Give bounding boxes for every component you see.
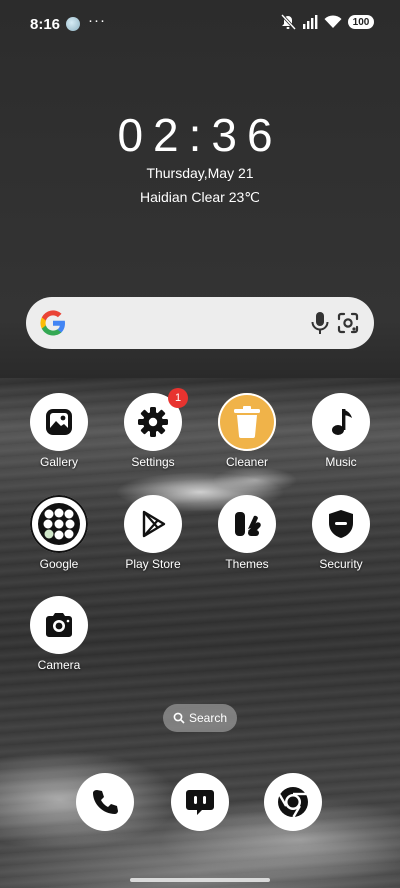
status-icons: 100 bbox=[280, 14, 374, 30]
phone-icon bbox=[93, 790, 118, 814]
app-google-folder[interactable]: Google bbox=[14, 495, 104, 571]
notification-app-icon bbox=[66, 17, 80, 31]
app-label: Settings bbox=[131, 455, 175, 469]
wifi-icon bbox=[324, 15, 342, 28]
app-search-pill[interactable]: Search bbox=[163, 704, 237, 732]
chrome-icon bbox=[278, 787, 308, 818]
themes-icon[interactable] bbox=[218, 495, 276, 553]
google-search-bar[interactable] bbox=[26, 297, 374, 349]
status-time: 8:16 bbox=[30, 16, 61, 33]
battery-indicator: 100 bbox=[348, 15, 374, 29]
app-label: Play Store bbox=[125, 557, 181, 571]
mute-icon bbox=[280, 14, 296, 30]
home-gesture-bar[interactable] bbox=[130, 878, 270, 882]
mic-icon[interactable] bbox=[308, 310, 332, 336]
app-settings[interactable]: 1 Settings bbox=[108, 388, 198, 469]
dock-messages[interactable] bbox=[171, 773, 229, 831]
dock-phone[interactable] bbox=[76, 773, 134, 831]
app-label: Camera bbox=[37, 658, 81, 672]
music-note-icon[interactable] bbox=[312, 393, 370, 451]
play-icon[interactable] bbox=[124, 495, 182, 553]
dock-chrome[interactable] bbox=[264, 773, 322, 831]
clock-time[interactable]: 02:36 bbox=[0, 108, 400, 162]
app-label: Themes bbox=[225, 557, 269, 571]
app-label: Gallery bbox=[39, 455, 78, 469]
google-folder-icon[interactable] bbox=[30, 495, 88, 553]
app-cleaner[interactable]: Cleaner bbox=[202, 393, 292, 469]
signal-icon bbox=[303, 15, 318, 29]
app-label: Cleaner bbox=[225, 455, 269, 469]
app-music[interactable]: Music bbox=[296, 393, 386, 469]
shield-icon[interactable] bbox=[312, 495, 370, 553]
search-icon bbox=[173, 712, 185, 724]
notification-badge: 1 bbox=[168, 388, 188, 408]
weather-info[interactable]: Haidian Clear 23℃ bbox=[0, 189, 400, 206]
app-camera[interactable]: Camera bbox=[14, 596, 104, 672]
clock-date[interactable]: Thursday,May 21 bbox=[0, 165, 400, 181]
app-label: Music bbox=[325, 455, 357, 469]
status-bar: 8:16 ··· 100 bbox=[0, 0, 400, 48]
search-pill-label: Search bbox=[188, 711, 228, 725]
app-label: Security bbox=[319, 557, 363, 571]
gallery-icon[interactable] bbox=[30, 393, 88, 451]
app-gallery[interactable]: Gallery bbox=[14, 393, 104, 469]
app-security[interactable]: Security bbox=[296, 495, 386, 571]
app-label: Google bbox=[39, 557, 79, 571]
lens-camera-icon[interactable] bbox=[335, 310, 361, 336]
trash-icon[interactable] bbox=[218, 393, 276, 451]
app-play-store[interactable]: Play Store bbox=[108, 495, 198, 571]
camera-icon[interactable] bbox=[30, 596, 88, 654]
message-icon bbox=[186, 790, 214, 815]
app-themes[interactable]: Themes bbox=[202, 495, 292, 571]
gear-icon[interactable]: 1 bbox=[124, 388, 188, 451]
more-notifications-icon: ··· bbox=[88, 12, 106, 29]
google-logo-icon bbox=[40, 310, 65, 336]
